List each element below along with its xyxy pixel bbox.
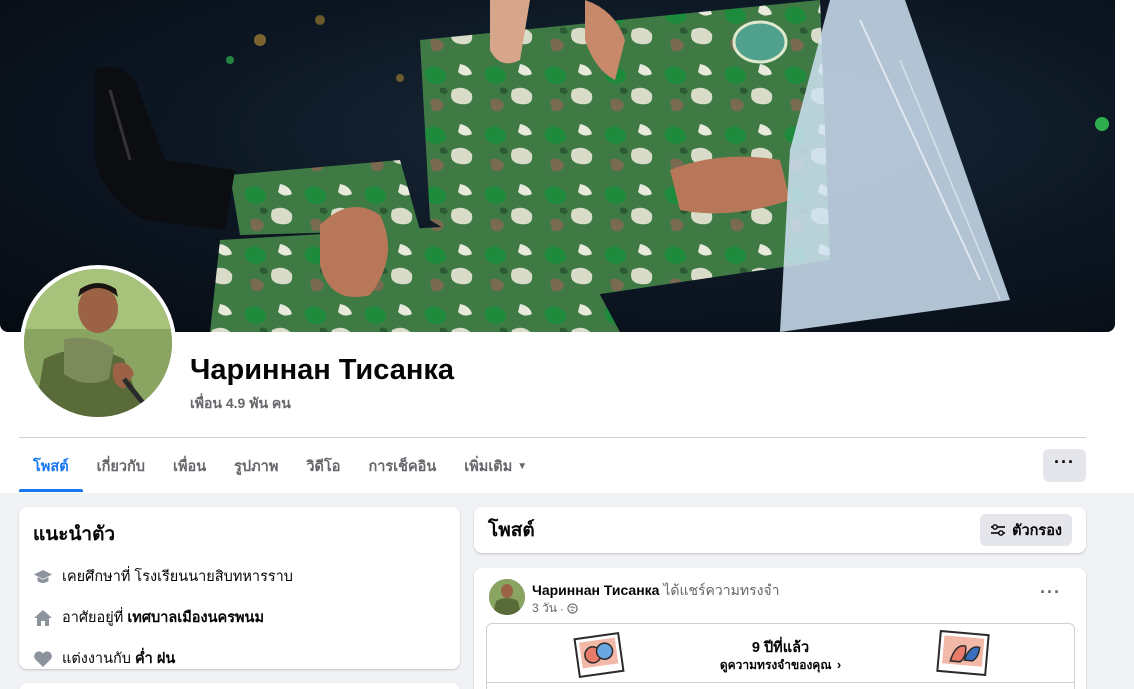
intro-prefix: แต่งงานกับ: [62, 651, 131, 667]
tab-more[interactable]: เพิ่มเติม ▼: [450, 440, 541, 492]
profile-tabs: โพสต์ เกี่ยวกับ เพื่อน รูปภาพ วิดีโอ การ…: [19, 440, 541, 492]
intro-education: เคยศึกษาที่ โรงเรียนนายสิบทหารราบ: [33, 565, 446, 588]
posts-header-card: โพสต์ ตัวกรอง: [474, 507, 1086, 553]
chevron-right-icon: ›: [836, 657, 842, 672]
tab-label: โพสต์: [33, 458, 69, 475]
next-card: [19, 683, 460, 689]
friends-count[interactable]: เพื่อน 4.9 พัน คน: [190, 393, 291, 415]
post-author-name[interactable]: Чариннан Тисанка: [532, 582, 659, 598]
profile-avatar[interactable]: [20, 265, 176, 421]
intro-prefix: อาศัยอยู่ที่: [62, 610, 124, 626]
heart-icon: [33, 649, 53, 669]
tab-label: เกี่ยวกับ: [96, 458, 145, 475]
cover-photo[interactable]: [0, 0, 1115, 332]
memory-divider: [487, 682, 1074, 683]
meta-separator: ·: [559, 601, 564, 616]
intro-relationship: แต่งงานกับ ค่ำ ฝน: [33, 647, 446, 670]
post-author-avatar[interactable]: [489, 579, 525, 615]
tab-checkins[interactable]: การเช็คอิน: [354, 440, 450, 492]
filter-label: ตัวกรอง: [1012, 522, 1062, 539]
graduation-cap-icon: [33, 567, 53, 587]
post-menu-button[interactable]: ···: [1040, 582, 1061, 603]
intro-residence: อาศัยอยู่ที่ เทศบาลเมืองนครพนม: [33, 606, 446, 629]
intro-title: แนะนำตัว: [33, 524, 116, 545]
profile-name: Чариннан Тисанка: [190, 354, 454, 386]
home-icon: [33, 608, 53, 628]
tab-label: การเช็คอิน: [368, 458, 437, 475]
caret-down-icon: ▼: [517, 460, 528, 472]
tab-label: รูปภาพ: [234, 458, 279, 475]
tab-videos[interactable]: วิดีโอ: [292, 440, 354, 492]
tab-label: วิดีโอ: [306, 458, 341, 475]
posts-title: โพสต์: [488, 520, 535, 541]
tab-label: เพื่อน: [172, 458, 207, 475]
profile-more-button[interactable]: ···: [1043, 449, 1086, 482]
memory-card[interactable]: 9 ปีที่แล้ว ดูความทรงจำของคุณ ›: [486, 623, 1075, 689]
filter-button[interactable]: ตัวกรอง: [980, 514, 1072, 546]
intro-prefix: เคยศึกษาที่: [62, 569, 131, 585]
sliders-icon: [990, 523, 1006, 537]
tab-photos[interactable]: รูปภาพ: [220, 440, 292, 492]
post-meta: 3 วัน ·: [532, 599, 578, 618]
memory-illustration-right: [935, 629, 991, 681]
intro-card: แนะนำตัว เคยศึกษาที่ โรงเรียนนายสิบทหารร…: [19, 507, 460, 669]
tab-about[interactable]: เกี่ยวกับ: [83, 440, 159, 492]
memory-link-label: ดูความทรงจำของคุณ: [719, 658, 832, 672]
intro-value[interactable]: เทศบาลเมืองนครพนม: [127, 606, 264, 629]
globe-icon: [567, 603, 578, 614]
intro-value[interactable]: โรงเรียนนายสิบทหารราบ: [134, 565, 293, 588]
intro-value[interactable]: ค่ำ ฝน: [135, 647, 175, 670]
tab-friends[interactable]: เพื่อน: [159, 440, 220, 492]
tab-label: เพิ่มเติม: [464, 458, 513, 475]
post-card: Чариннан Тисанка ได้แชร์ความทรงจำ 3 วัน …: [474, 568, 1086, 689]
header-divider: [19, 437, 1086, 438]
tab-posts[interactable]: โพสต์: [19, 440, 83, 492]
post-action-text: ได้แชร์ความทรงจำ: [663, 582, 780, 598]
post-time[interactable]: 3 วัน: [532, 599, 557, 618]
